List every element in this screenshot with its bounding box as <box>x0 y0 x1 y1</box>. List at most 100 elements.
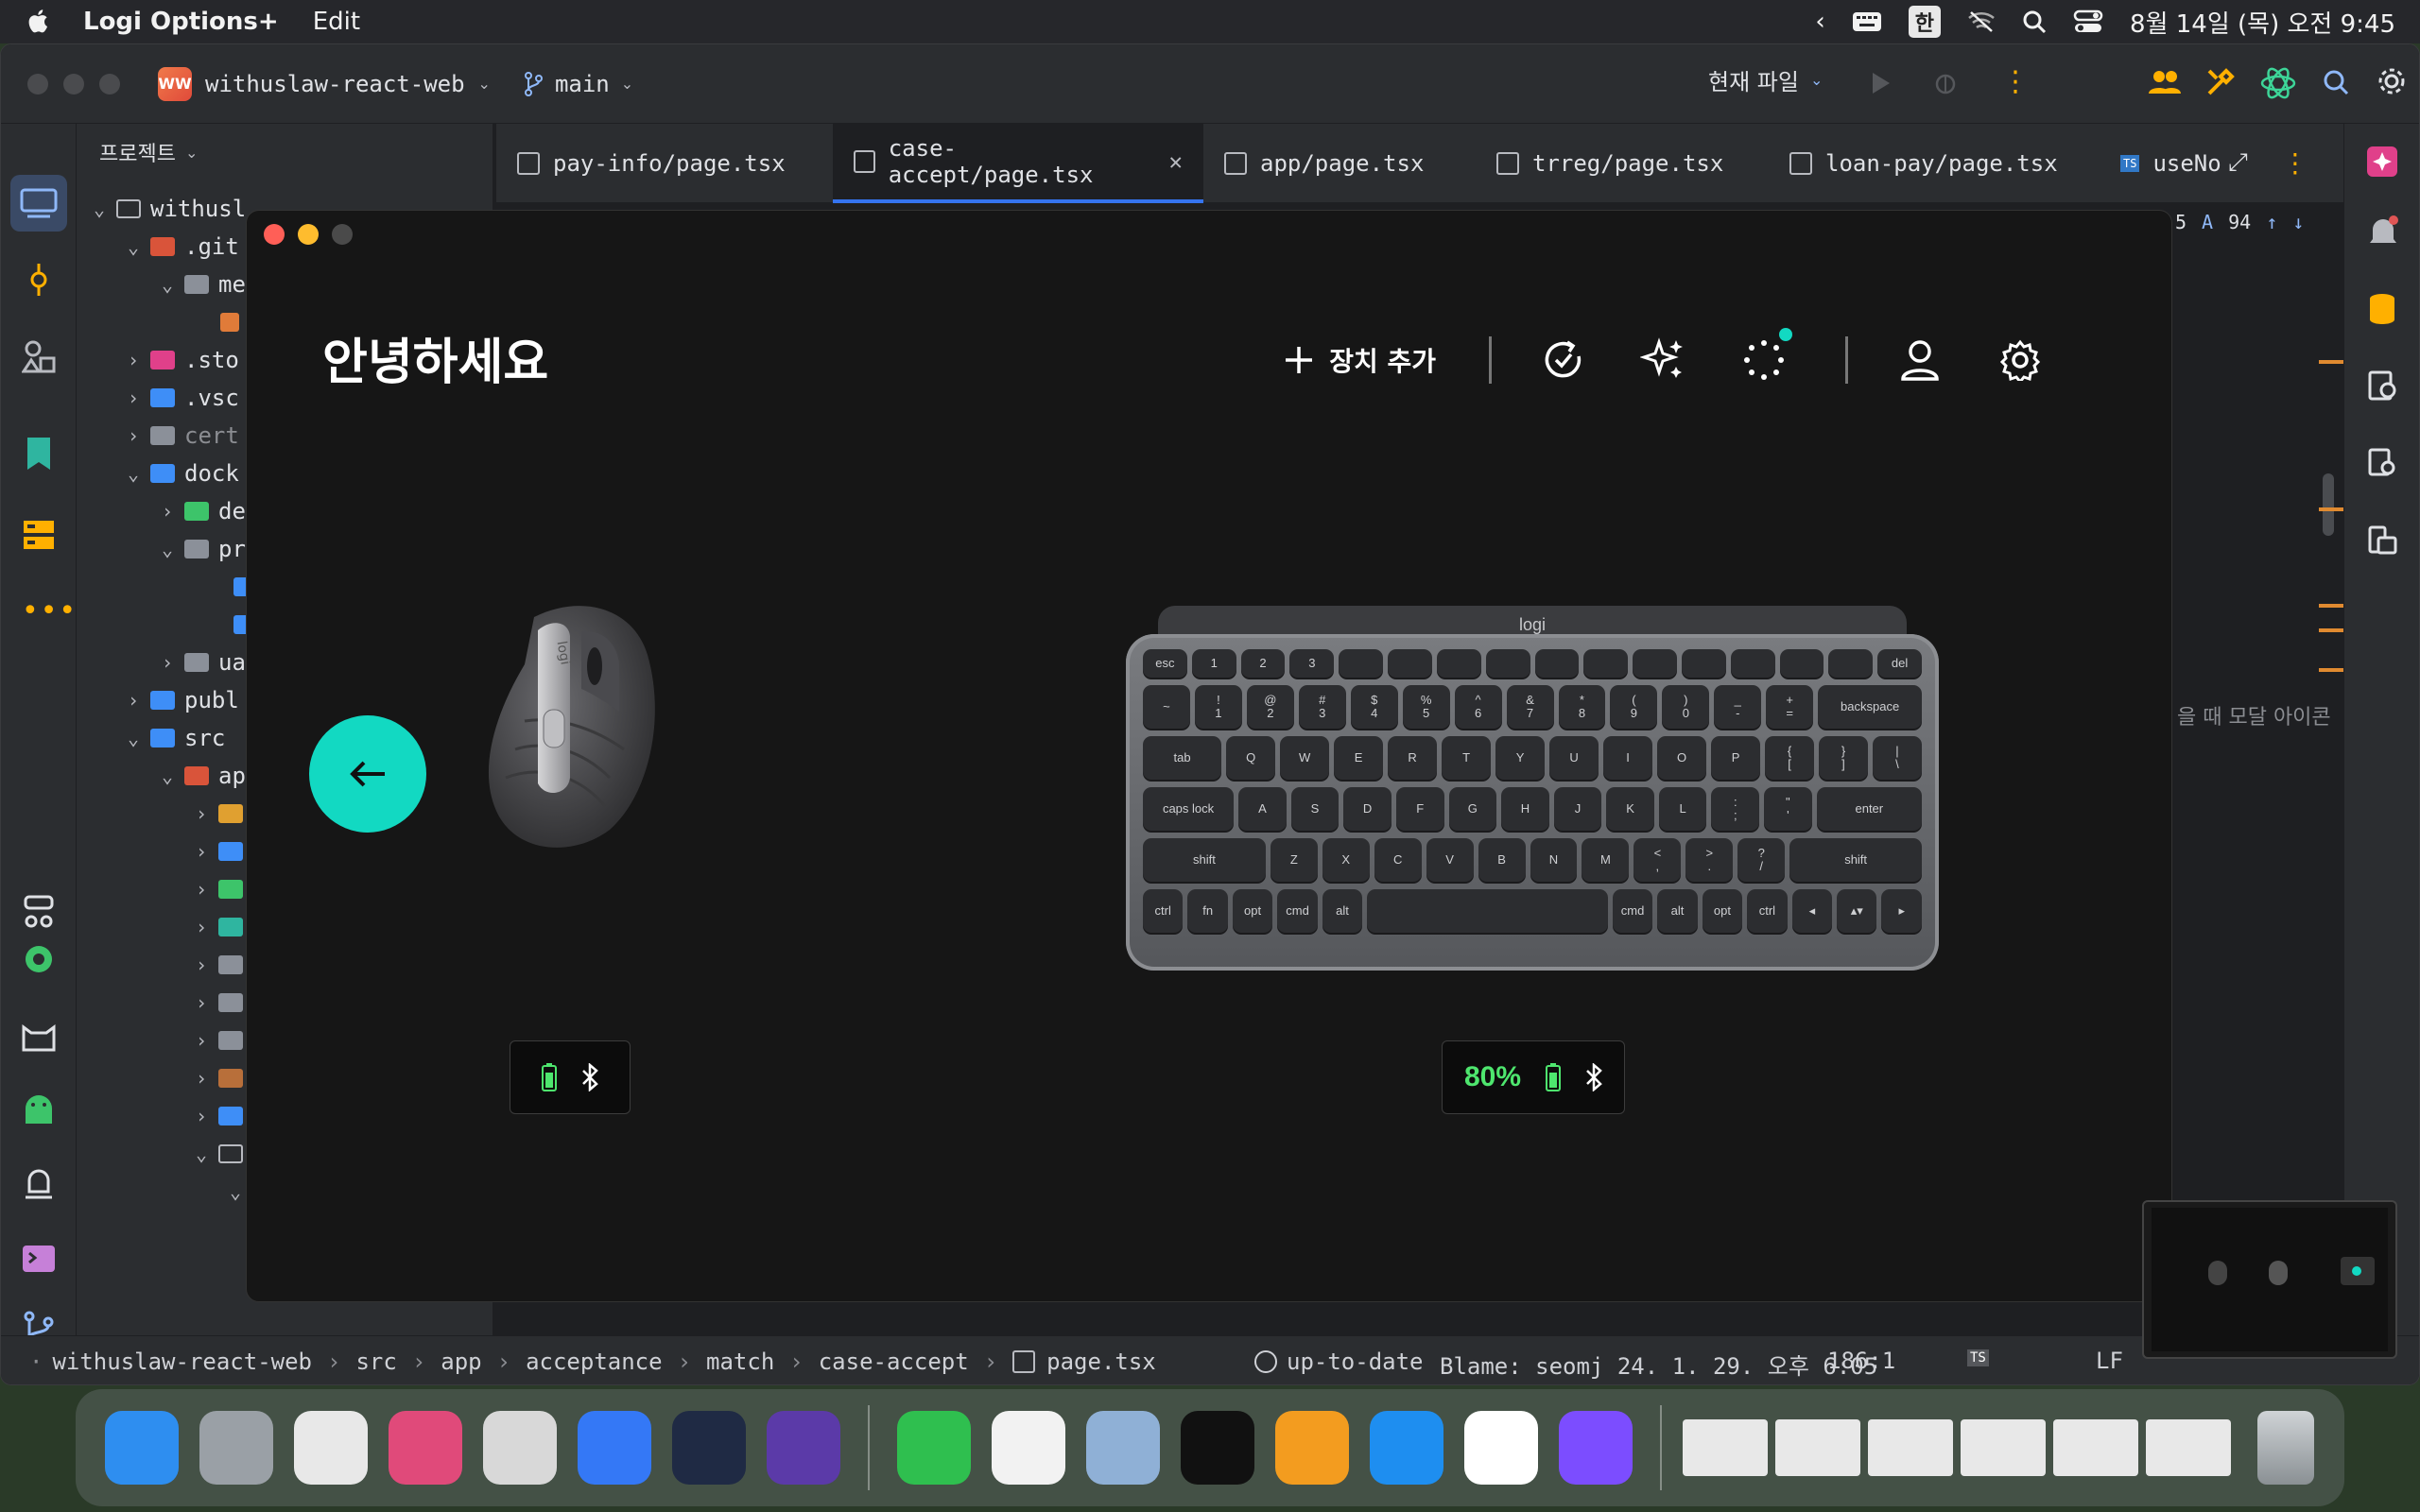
dock-tableplus-icon[interactable] <box>483 1411 557 1485</box>
error-stripe-mark[interactable] <box>2319 628 2343 632</box>
settings-icon[interactable] <box>2377 67 2406 95</box>
typescript-icon[interactable]: TS <box>1967 1349 1989 1366</box>
tree-item-dock[interactable]: ⌄ dock <box>122 455 239 492</box>
breadcrumb-item[interactable]: page.tsx <box>1046 1349 1156 1375</box>
structure-icon[interactable] <box>22 339 56 373</box>
code-with-me-icon[interactable] <box>2149 69 2181 95</box>
dock-minimized-window[interactable] <box>1775 1419 1860 1476</box>
ai-assistant-icon[interactable] <box>2260 65 2296 101</box>
tree-item-publ[interactable]: › publ <box>122 681 239 719</box>
tree-item-pr[interactable]: ⌄ pr <box>156 530 246 568</box>
tree-item-child-6[interactable]: › <box>190 984 252 1022</box>
vcs-status[interactable]: up-to-date <box>1254 1336 1424 1384</box>
terminal-icon[interactable] <box>22 1245 56 1273</box>
notifications-icon[interactable] <box>2367 215 2399 249</box>
inspection-widget[interactable]: 5 A 94 ↑ ↓ <box>2175 211 2304 233</box>
blame-info[interactable]: Blame: seomj 24. 1. 29. 오후 6:05 <box>1440 1348 1877 1381</box>
services-icon[interactable] <box>20 891 58 929</box>
dock-minimized-window[interactable] <box>2053 1419 2138 1476</box>
breadcrumb-item[interactable]: withuslaw-react-web <box>52 1349 312 1375</box>
tree-item-file[interactable] <box>215 303 249 341</box>
device-manager-icon[interactable] <box>2367 524 2397 557</box>
tree-item-child-1[interactable]: › <box>190 795 252 833</box>
minimize-window-button[interactable] <box>63 73 84 94</box>
updates-button[interactable] <box>1535 332 1592 388</box>
breadcrumb-item[interactable]: match <box>706 1349 774 1375</box>
settings-button[interactable] <box>1992 332 2048 388</box>
line-ending[interactable]: LF <box>2096 1348 2123 1374</box>
tree-item-child-9[interactable]: › <box>190 1097 252 1135</box>
tree-item-child-4[interactable]: › <box>190 908 252 946</box>
close-tab-icon[interactable]: ✕ <box>1169 148 1183 175</box>
tab-trreg[interactable]: trreg/page.tsx <box>1476 124 1769 203</box>
tab-use-no[interactable]: TS useNo <box>2100 124 2222 203</box>
dock-chrome-icon[interactable] <box>294 1411 368 1485</box>
chevron-left-icon[interactable]: ‹ <box>1815 8 1824 36</box>
close-window-button[interactable] <box>264 224 285 245</box>
flow-button[interactable] <box>1736 328 1792 388</box>
error-stripe-mark[interactable] <box>2319 668 2343 672</box>
dock-minimized-window[interactable] <box>2146 1419 2231 1476</box>
dock-intellij-icon[interactable] <box>389 1411 462 1485</box>
dock-naver-cube-icon[interactable] <box>1464 1411 1538 1485</box>
bookmarks-icon[interactable] <box>24 436 54 472</box>
keyboard-icon[interactable] <box>1852 11 1882 32</box>
tools-icon[interactable] <box>2205 67 2236 97</box>
tree-item-child-2[interactable]: › <box>190 833 252 870</box>
dock-obsidian-icon[interactable] <box>767 1411 840 1485</box>
dock-minimized-window[interactable] <box>1868 1419 1953 1476</box>
run-icon[interactable] <box>1871 71 1892 95</box>
dock-preview-icon[interactable] <box>1086 1411 1160 1485</box>
tree-item-child-11[interactable]: ⌄ <box>224 1173 247 1211</box>
menu-edit[interactable]: Edit <box>313 8 360 36</box>
problems-icon[interactable] <box>22 1167 56 1201</box>
dock-trash-icon[interactable] <box>2257 1411 2314 1485</box>
error-stripe-mark[interactable] <box>2319 507 2343 511</box>
tree-item-child-7[interactable]: › <box>190 1022 252 1059</box>
account-button[interactable] <box>1892 332 1948 388</box>
find-usages-icon[interactable] <box>2367 447 2399 479</box>
database-icon[interactable] <box>22 519 56 551</box>
project-tool-button[interactable] <box>10 175 67 232</box>
tab-pay-info[interactable]: pay-info/page.tsx <box>496 124 833 203</box>
smart-actions-button[interactable] <box>1635 332 1692 388</box>
gradle-icon[interactable] <box>2367 369 2397 402</box>
dock-vscode-like-icon[interactable] <box>672 1411 746 1485</box>
android-icon[interactable] <box>22 1091 56 1127</box>
back-button[interactable] <box>309 715 426 833</box>
keyboard-device-image[interactable]: logi esc 1 2 3 del ~! 1 @ 2 # 3 $ 4% 5 ^ 6 & 7 * 8(… <box>1126 606 1939 971</box>
project-panel-header[interactable]: 프로젝트 ⌄ <box>99 137 198 167</box>
search-everywhere-icon[interactable] <box>2323 69 2349 95</box>
branch-selector[interactable]: main ⌄ <box>523 71 633 97</box>
dock-notes-icon[interactable] <box>578 1411 651 1485</box>
tree-root[interactable]: ⌄ withusl <box>88 190 246 228</box>
tab-case-accept[interactable]: case-accept/page.tsx ✕ <box>833 123 1203 203</box>
tree-item-child-3[interactable]: › <box>190 870 252 908</box>
expand-icon[interactable]: ⤢ <box>2228 148 2248 178</box>
gear-tool-icon[interactable] <box>22 942 56 976</box>
zoom-window-button[interactable] <box>332 224 353 245</box>
next-highlight-icon[interactable]: ↓ <box>2292 211 2304 233</box>
vertical-scrollbar[interactable] <box>2323 473 2334 536</box>
project-selector[interactable]: WW withuslaw-react-web ⌄ <box>158 66 491 101</box>
tree-item-child-8[interactable]: › <box>190 1059 252 1097</box>
search-icon[interactable] <box>2022 9 2047 34</box>
tree-item-cert[interactable]: › cert <box>122 417 239 455</box>
dock-minimized-window[interactable] <box>1683 1419 1768 1476</box>
cursor-position[interactable]: 186:1 <box>1827 1348 1895 1374</box>
more-actions-icon[interactable]: ⋮ <box>2001 65 2030 98</box>
breadcrumb-item[interactable]: src <box>355 1349 396 1375</box>
close-window-button[interactable] <box>27 73 48 94</box>
keyboard-status[interactable]: 80% <box>1442 1040 1625 1114</box>
mouse-status[interactable] <box>510 1040 631 1114</box>
debug-icon[interactable] <box>1933 71 1958 95</box>
input-method-badge[interactable]: 한 <box>1908 6 1942 38</box>
dock-naver-works-icon[interactable] <box>992 1411 1065 1485</box>
dock-finder-icon[interactable] <box>105 1411 179 1485</box>
tree-item-me[interactable]: ⌄ me <box>156 266 246 303</box>
tree-item-ap[interactable]: ⌄ ap <box>156 757 246 795</box>
add-device-button[interactable]: 장치 추가 <box>1284 341 1436 379</box>
datetime[interactable]: 8월 14일 (목) 오전 9:45 <box>2130 5 2395 40</box>
commit-icon[interactable] <box>26 262 52 298</box>
tree-item-vsc[interactable]: › .vsc <box>122 379 239 417</box>
